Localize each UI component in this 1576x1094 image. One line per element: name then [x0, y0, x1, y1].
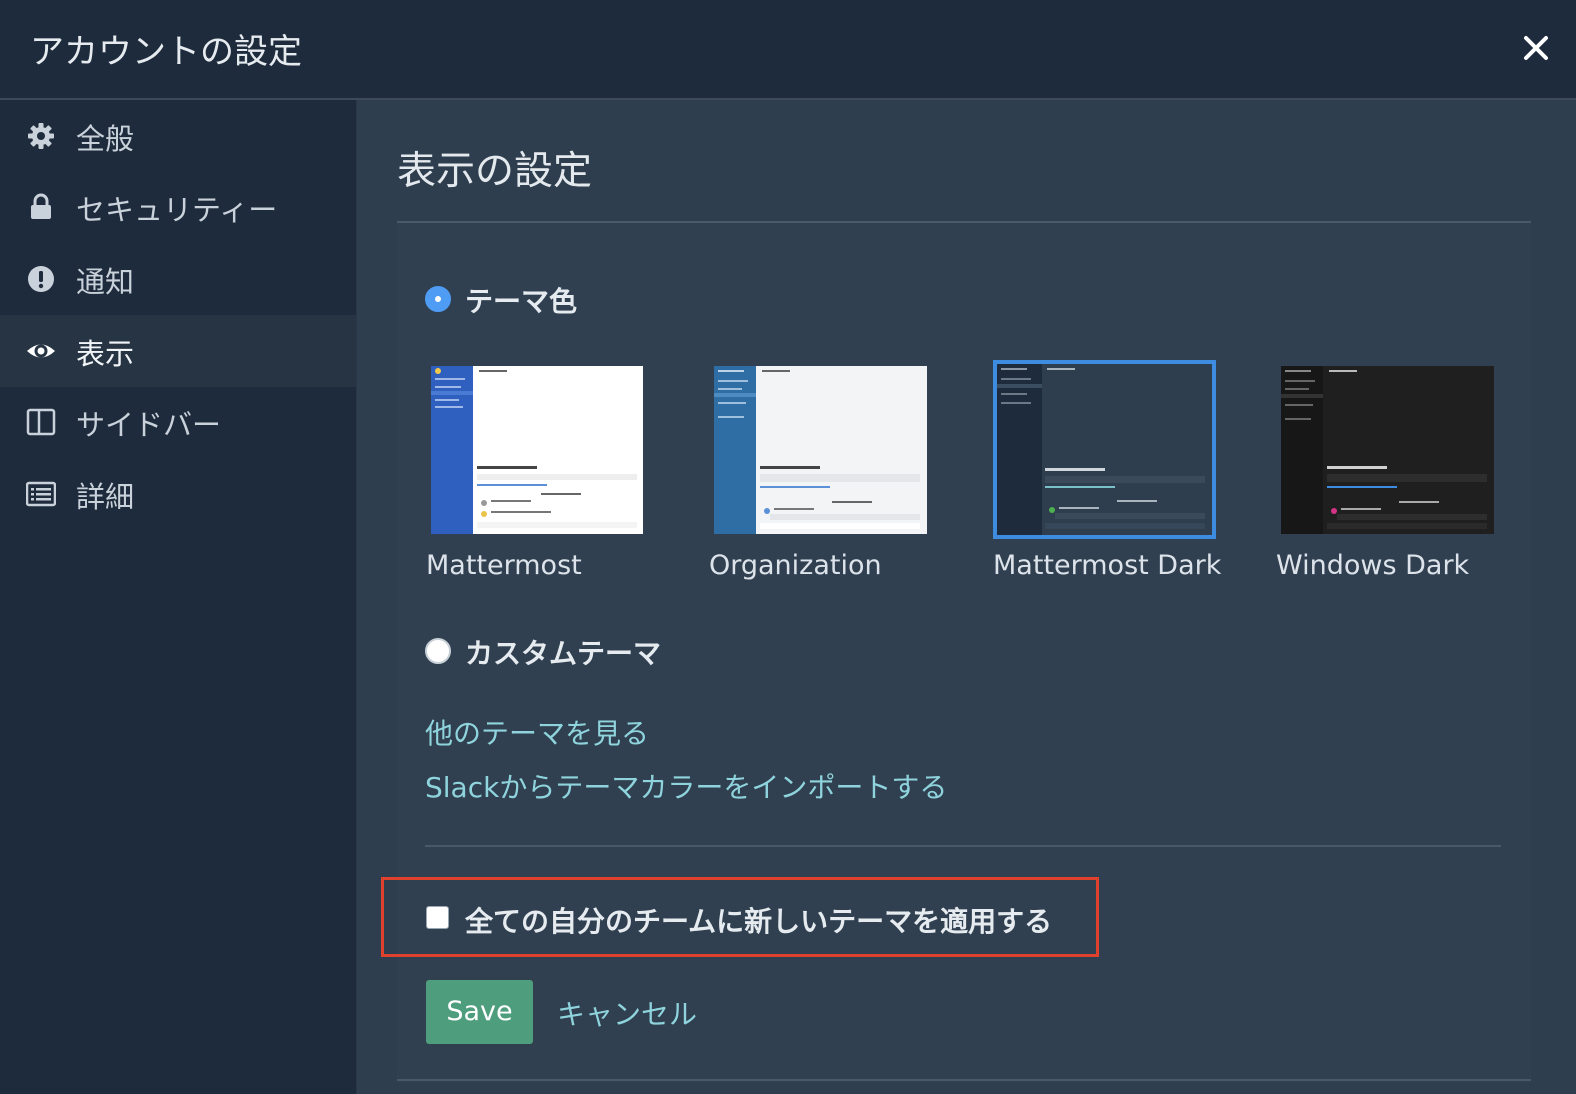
- import-slack-theme-link[interactable]: Slackからテーマカラーをインポートする: [425, 766, 947, 806]
- section-divider: [425, 845, 1501, 847]
- sidebar-item-label: 詳細: [76, 480, 135, 514]
- apply-all-teams-label: 全ての自分のチームに新しいテーマを適用する: [465, 905, 1053, 938]
- page-title: 表示の設定: [397, 149, 593, 194]
- modal-title: アカウントの設定: [30, 32, 302, 72]
- theme-name: Organization: [709, 550, 882, 581]
- sidebar-item-display[interactable]: 表示: [0, 315, 356, 387]
- theme-name: Mattermost Dark: [993, 550, 1222, 581]
- theme-colors-label: テーマ色: [465, 285, 578, 318]
- theme-name: Mattermost: [426, 550, 582, 581]
- apply-all-teams-checkbox[interactable]: [426, 906, 449, 929]
- close-button[interactable]: [1516, 28, 1556, 68]
- display-settings: 表示の設定 テーマ色 Mattermost Organization Matte…: [357, 100, 1576, 1094]
- theme-preview: [714, 366, 927, 534]
- list-icon: [26, 481, 56, 507]
- modal-header: アカウントの設定: [0, 0, 1576, 100]
- alert-icon: [28, 266, 54, 292]
- custom-theme-radio[interactable]: [425, 638, 451, 664]
- close-icon: [1524, 36, 1548, 60]
- sidebar-item-general[interactable]: 全般: [0, 100, 356, 172]
- sidebar-item-sidebar[interactable]: サイドバー: [0, 386, 356, 458]
- theme-preview: [993, 360, 1216, 539]
- sidebar-item-label: サイドバー: [76, 408, 222, 442]
- custom-theme-label: カスタムテーマ: [465, 637, 662, 670]
- theme-preview: [431, 366, 643, 534]
- gear-icon: [28, 123, 54, 149]
- sidebar-item-security[interactable]: セキュリティー: [0, 171, 356, 243]
- sidebar-item-notifications[interactable]: 通知: [0, 243, 356, 315]
- sidebar-item-label: 全般: [76, 122, 135, 156]
- eye-icon: [27, 344, 55, 358]
- columns-icon: [26, 408, 56, 436]
- sidebar-item-label: セキュリティー: [76, 193, 278, 227]
- more-themes-link[interactable]: 他のテーマを見る: [425, 712, 649, 752]
- sidebar-item-label: 通知: [76, 265, 135, 299]
- sidebar-item-advanced[interactable]: 詳細: [0, 458, 356, 530]
- theme-preview: [1281, 366, 1494, 534]
- theme-colors-radio[interactable]: [425, 286, 451, 312]
- save-button[interactable]: Save: [426, 980, 533, 1044]
- sidebar-item-label: 表示: [76, 337, 135, 371]
- panel-bottom-divider: [397, 1079, 1531, 1081]
- lock-icon: [31, 193, 51, 219]
- theme-name: Windows Dark: [1276, 550, 1470, 581]
- settings-sidebar: 全般 セキュリティー 通知 表示 サイドバー 詳細: [0, 100, 357, 1094]
- cancel-button[interactable]: キャンセル: [557, 993, 697, 1033]
